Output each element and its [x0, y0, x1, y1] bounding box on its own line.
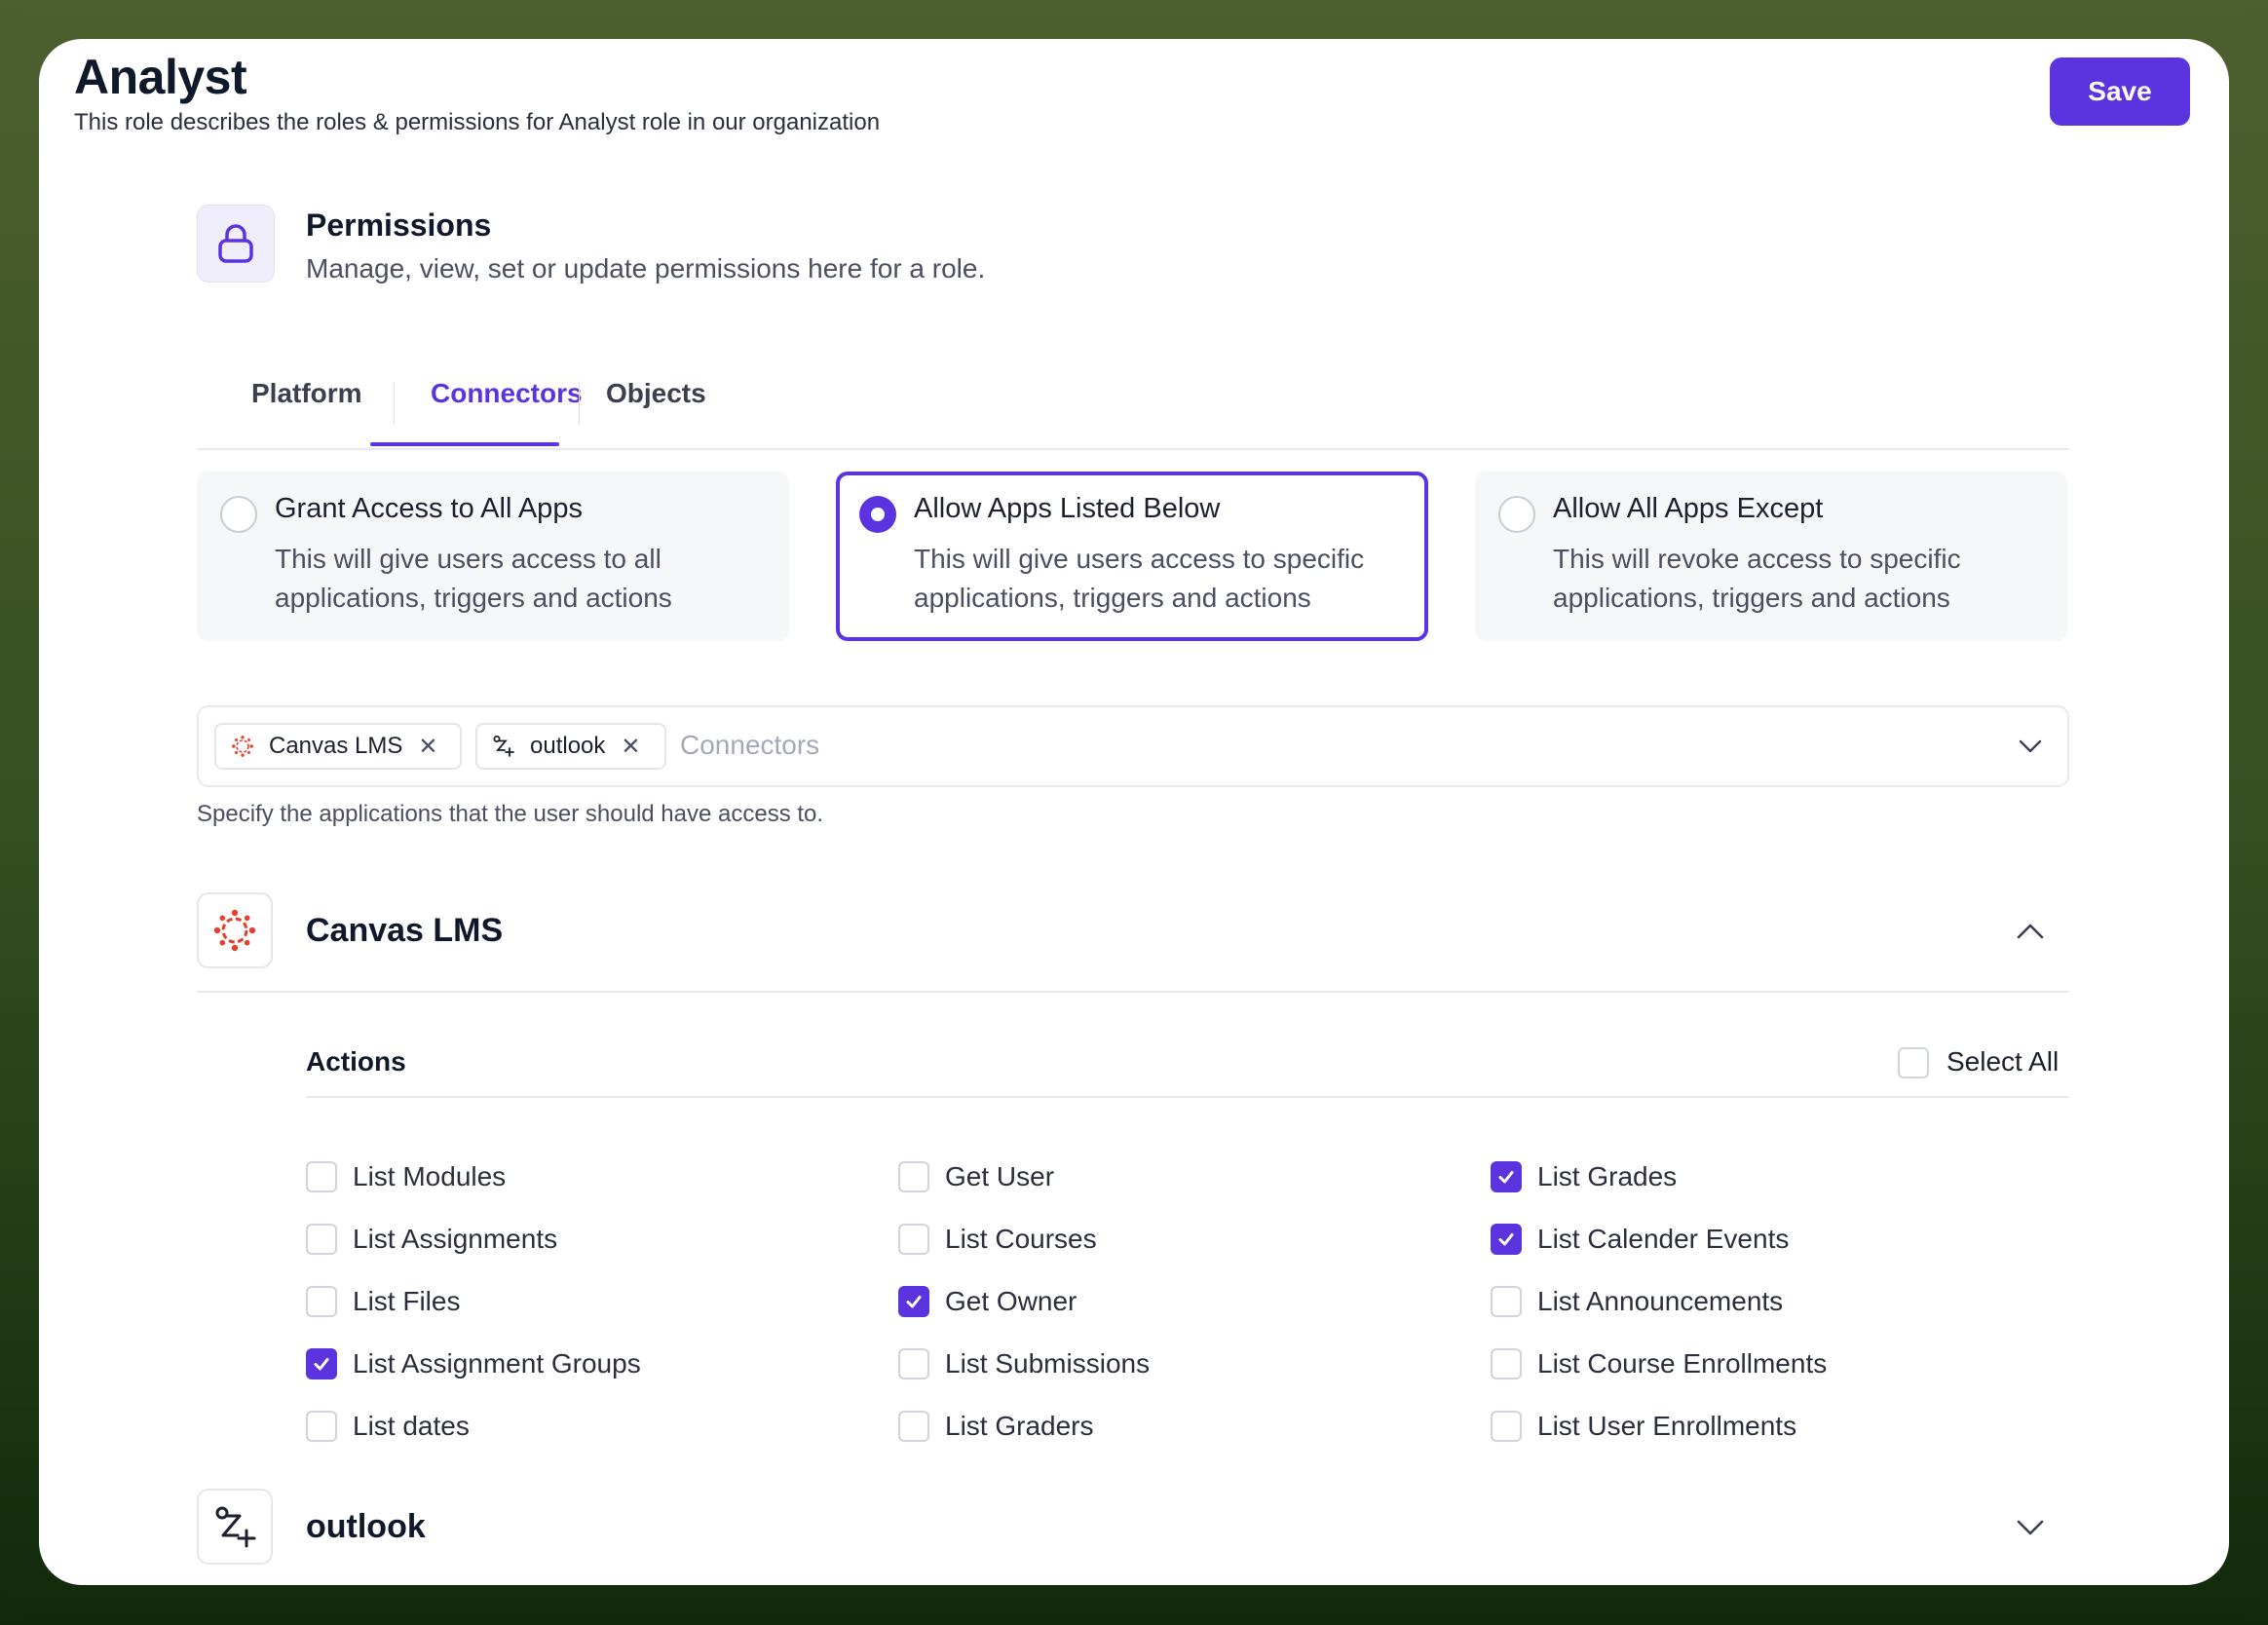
connectors-help-text: Specify the applications that the user s…: [197, 801, 824, 827]
option-description: This will give users access to specific …: [914, 544, 1365, 613]
actions-divider: [306, 1096, 2069, 1098]
app-name-canvas-lms: Canvas LMS: [306, 912, 504, 949]
remove-chip-icon[interactable]: ✕: [621, 733, 640, 761]
radio-button-selected[interactable]: [859, 496, 896, 533]
option-description: This will revoke access to specific appl…: [1553, 544, 1961, 613]
connectors-select[interactable]: Canvas LMS ✕ outlook ✕ Connectors: [197, 705, 2069, 787]
action-item[interactable]: List Course Enrollments: [1491, 1344, 1827, 1383]
action-item[interactable]: List Announcements: [1491, 1282, 1783, 1321]
action-label: List Submissions: [945, 1348, 1151, 1379]
option-title: Allow All Apps Except: [1553, 493, 1824, 524]
chip-canvas-lms: Canvas LMS ✕: [214, 723, 462, 770]
canvas-lms-icon: [230, 734, 255, 759]
action-label: List Graders: [945, 1411, 1094, 1441]
checkbox[interactable]: [898, 1348, 929, 1379]
checkbox[interactable]: [306, 1286, 337, 1317]
option-grant-all-apps[interactable]: Grant Access to All Apps This will give …: [197, 472, 789, 641]
chevron-down-icon[interactable]: [2017, 731, 2044, 762]
permission-tabs: Platform Connectors Objects: [197, 341, 2069, 450]
option-allow-listed-apps[interactable]: Allow Apps Listed Below This will give u…: [836, 472, 1428, 641]
canvas-lms-icon: [197, 892, 273, 968]
chip-label: outlook: [530, 733, 606, 759]
tab-connectors[interactable]: Connectors: [431, 378, 583, 409]
checkbox[interactable]: [898, 1411, 929, 1442]
checkbox-checked[interactable]: [1491, 1161, 1522, 1192]
checkbox[interactable]: [898, 1224, 929, 1255]
action-label: List Grades: [1537, 1161, 1678, 1191]
route-icon: [197, 1489, 273, 1565]
chip-outlook: outlook ✕: [475, 723, 666, 770]
action-item[interactable]: List Submissions: [898, 1344, 1150, 1383]
checkbox-checked[interactable]: [898, 1286, 929, 1317]
checkbox[interactable]: [1491, 1411, 1522, 1442]
checkbox[interactable]: [898, 1161, 929, 1192]
action-item[interactable]: List dates: [306, 1407, 470, 1446]
option-title: Allow Apps Listed Below: [914, 493, 1221, 524]
action-item[interactable]: List Calender Events: [1491, 1220, 1789, 1259]
action-item[interactable]: List Assignments: [306, 1220, 557, 1259]
lock-icon: [197, 205, 275, 283]
tab-objects[interactable]: Objects: [606, 378, 706, 409]
action-label: List Calender Events: [1537, 1224, 1790, 1254]
save-button[interactable]: Save: [2050, 57, 2190, 126]
permissions-title: Permissions: [306, 208, 492, 243]
radio-button[interactable]: [1498, 496, 1535, 533]
window-frame: Analyst This role describes the roles & …: [0, 0, 2268, 1625]
action-label: List Files: [353, 1286, 461, 1316]
section-divider: [197, 991, 2069, 993]
select-all-label: Select All: [1947, 1046, 2060, 1077]
action-label: List dates: [353, 1411, 470, 1441]
action-label: List Courses: [945, 1224, 1097, 1254]
checkbox[interactable]: [306, 1161, 337, 1192]
action-label: List Course Enrollments: [1537, 1348, 1828, 1379]
checkbox[interactable]: [306, 1224, 337, 1255]
page-title: Analyst: [74, 50, 247, 104]
checkbox-checked[interactable]: [306, 1348, 337, 1379]
select-all-checkbox[interactable]: [1898, 1047, 1929, 1078]
action-item[interactable]: List Courses: [898, 1220, 1097, 1259]
chevron-down-icon[interactable]: [2013, 1510, 2048, 1545]
page-subtitle: This role describes the roles & permissi…: [74, 109, 881, 135]
tab-platform[interactable]: Platform: [251, 378, 362, 409]
permissions-subtitle: Manage, view, set or update permissions …: [306, 253, 986, 283]
chip-label: Canvas LMS: [269, 733, 403, 759]
route-icon: [491, 734, 516, 759]
action-item[interactable]: List Assignment Groups: [306, 1344, 641, 1383]
action-item[interactable]: Get Owner: [898, 1282, 1077, 1321]
action-label: List Modules: [353, 1161, 507, 1191]
action-label: Get User: [945, 1161, 1055, 1191]
radio-button[interactable]: [220, 496, 257, 533]
connectors-placeholder: Connectors: [680, 730, 820, 760]
remove-chip-icon[interactable]: ✕: [418, 733, 437, 761]
action-item[interactable]: List Modules: [306, 1157, 506, 1196]
active-tab-indicator: [370, 442, 559, 446]
action-item[interactable]: Get User: [898, 1157, 1054, 1196]
app-name-outlook: outlook: [306, 1508, 426, 1545]
option-title: Grant Access to All Apps: [275, 493, 583, 524]
action-label: List User Enrollments: [1537, 1411, 1797, 1441]
checkbox-checked[interactable]: [1491, 1224, 1522, 1255]
action-item[interactable]: List Files: [306, 1282, 460, 1321]
action-label: List Announcements: [1537, 1286, 1784, 1316]
actions-heading: Actions: [306, 1046, 406, 1077]
chevron-up-icon[interactable]: [2013, 914, 2048, 949]
action-item[interactable]: List User Enrollments: [1491, 1407, 1796, 1446]
action-label: List Assignment Groups: [353, 1348, 641, 1379]
action-item[interactable]: List Graders: [898, 1407, 1094, 1446]
action-item[interactable]: List Grades: [1491, 1157, 1677, 1196]
checkbox[interactable]: [1491, 1286, 1522, 1317]
checkbox[interactable]: [306, 1411, 337, 1442]
role-editor-panel: Analyst This role describes the roles & …: [39, 39, 2229, 1585]
action-label: List Assignments: [353, 1224, 558, 1254]
action-label: Get Owner: [945, 1286, 1077, 1316]
tab-divider: [579, 382, 580, 425]
option-allow-all-except[interactable]: Allow All Apps Except This will revoke a…: [1475, 472, 2067, 641]
checkbox[interactable]: [1491, 1348, 1522, 1379]
tab-divider: [394, 382, 395, 425]
option-description: This will give users access to all appli…: [275, 544, 672, 613]
